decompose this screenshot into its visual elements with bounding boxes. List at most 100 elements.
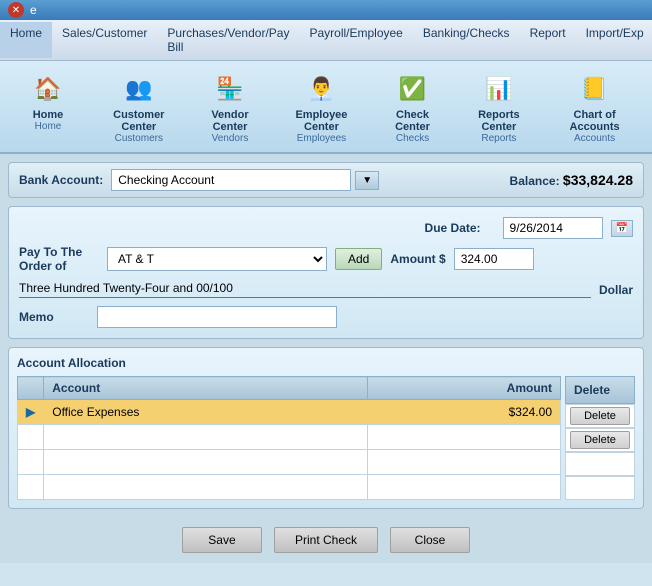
account-cell[interactable]: Office Expenses bbox=[44, 400, 367, 425]
customers-icon: 👥 bbox=[119, 69, 159, 109]
toolbar-accounts-label: Chart of Accounts bbox=[551, 109, 638, 133]
pay-to-row: Pay To The Order of AT & T Add Amount $ bbox=[19, 245, 633, 273]
toolbar-check-label: Check Center bbox=[379, 109, 447, 133]
print-check-button[interactable]: Print Check bbox=[274, 527, 378, 553]
menu-sales[interactable]: Sales/Customer bbox=[52, 22, 157, 58]
pay-to-label: Pay To The bbox=[19, 245, 99, 259]
menu-purchases[interactable]: Purchases/Vendor/Pay Bill bbox=[157, 22, 299, 58]
table-row bbox=[18, 425, 561, 450]
delete-row-2: Delete bbox=[565, 428, 635, 452]
toolbar-vendor-label: Vendor Center bbox=[196, 109, 265, 133]
toolbar-employee[interactable]: 👨‍💼 Employee Center Employees bbox=[274, 65, 368, 148]
main-content: Bank Account: Checking Account ▼ Balance… bbox=[0, 154, 652, 517]
memo-input[interactable] bbox=[97, 306, 337, 328]
written-amount-row: Three Hundred Twenty-Four and 00/100 Dol… bbox=[19, 281, 633, 298]
toolbar-accounts-sub: Accounts bbox=[574, 133, 615, 144]
menu-home[interactable]: Home bbox=[0, 22, 52, 58]
written-amount: Three Hundred Twenty-Four and 00/100 bbox=[19, 281, 591, 298]
bank-account-value: Checking Account bbox=[118, 173, 214, 187]
toolbar-home[interactable]: 🏠 Home Home bbox=[8, 65, 88, 148]
delete-row-4 bbox=[565, 476, 635, 500]
balance-value: $33,824.28 bbox=[563, 172, 633, 188]
amount-cell bbox=[367, 475, 560, 500]
checks-icon: ✅ bbox=[393, 69, 433, 109]
toolbar-employee-sub: Employees bbox=[297, 133, 346, 144]
row-indicator: ▶ bbox=[18, 400, 44, 425]
memo-label: Memo bbox=[19, 310, 89, 324]
toolbar-employee-label: Employee Center bbox=[280, 109, 362, 133]
check-form: Due Date: 9/26/2014 📅 Pay To The Order o… bbox=[8, 206, 644, 339]
delete-col-header: Delete bbox=[565, 376, 635, 404]
account-cell[interactable] bbox=[44, 425, 367, 450]
allocation-title: Account Allocation bbox=[17, 356, 635, 370]
allocation-table: Account Amount ▶ Office Expenses $324.00 bbox=[17, 376, 561, 500]
due-date-value: 9/26/2014 bbox=[510, 221, 563, 235]
table-row bbox=[18, 450, 561, 475]
toolbar-customer-label: Customer Center bbox=[98, 109, 180, 133]
toolbar-vendor[interactable]: 🏪 Vendor Center Vendors bbox=[190, 65, 271, 148]
pay-to-label2: Order of bbox=[19, 259, 99, 273]
account-cell[interactable] bbox=[44, 475, 367, 500]
close-btn[interactable]: ✕ bbox=[8, 2, 24, 18]
col-account: Account bbox=[44, 377, 367, 400]
home-icon: 🏠 bbox=[28, 69, 68, 109]
amount-cell bbox=[367, 450, 560, 475]
toolbar-check[interactable]: ✅ Check Center Checks bbox=[373, 65, 453, 148]
bank-account-select[interactable]: Checking Account bbox=[111, 169, 351, 191]
toolbar-customer-sub: Customers bbox=[115, 133, 163, 144]
toolbar-reports[interactable]: 📊 Reports Center Reports bbox=[457, 65, 542, 148]
table-row bbox=[18, 475, 561, 500]
toolbar-vendor-sub: Vendors bbox=[212, 133, 249, 144]
row-indicator bbox=[18, 425, 44, 450]
due-date-label: Due Date: bbox=[425, 221, 495, 235]
allocation-section: Account Allocation Account Amount ▶ Offi… bbox=[8, 347, 644, 509]
amount-field[interactable] bbox=[454, 248, 534, 270]
balance-label: Balance: bbox=[510, 174, 560, 188]
amount-cell: $324.00 bbox=[367, 400, 560, 425]
menu-report[interactable]: Report bbox=[520, 22, 576, 58]
amount-label: Amount $ bbox=[390, 252, 445, 266]
vendors-icon: 🏪 bbox=[210, 69, 250, 109]
add-button[interactable]: Add bbox=[335, 248, 382, 270]
bottom-buttons: Save Print Check Close bbox=[0, 517, 652, 563]
amount-cell bbox=[367, 425, 560, 450]
close-button[interactable]: Close bbox=[390, 527, 470, 553]
delete-row-1: Delete bbox=[565, 404, 635, 428]
row-indicator bbox=[18, 450, 44, 475]
title-text: e bbox=[30, 3, 37, 17]
toolbar-home-sub: Home bbox=[35, 121, 62, 132]
calendar-button[interactable]: 📅 bbox=[611, 220, 633, 237]
delete-column: Delete Delete Delete bbox=[565, 376, 635, 500]
menu-payroll[interactable]: Payroll/Employee bbox=[299, 22, 412, 58]
due-date-field[interactable]: 9/26/2014 bbox=[503, 217, 603, 239]
toolbar-accounts[interactable]: 📒 Chart of Accounts Accounts bbox=[545, 65, 644, 148]
menu-banking[interactable]: Banking/Checks bbox=[413, 22, 520, 58]
account-cell[interactable] bbox=[44, 450, 367, 475]
toolbar-customer[interactable]: 👥 Customer Center Customers bbox=[92, 65, 186, 148]
save-button[interactable]: Save bbox=[182, 527, 262, 553]
col-amount: Amount bbox=[367, 377, 560, 400]
balance-section: Balance: $33,824.28 bbox=[510, 172, 633, 188]
row-indicator bbox=[18, 475, 44, 500]
menu-bar: Home Sales/Customer Purchases/Vendor/Pay… bbox=[0, 20, 652, 61]
employees-icon: 👨‍💼 bbox=[301, 69, 341, 109]
toolbar-reports-label: Reports Center bbox=[463, 109, 536, 133]
delete-row-3 bbox=[565, 452, 635, 476]
accounts-icon: 📒 bbox=[575, 69, 615, 109]
bank-account-label: Bank Account: bbox=[19, 173, 103, 187]
toolbar-check-sub: Checks bbox=[396, 133, 429, 144]
col-indicator bbox=[18, 377, 44, 400]
bank-account-dropdown[interactable]: ▼ bbox=[355, 171, 379, 190]
bank-account-row: Bank Account: Checking Account ▼ Balance… bbox=[8, 162, 644, 198]
due-date-row: Due Date: 9/26/2014 📅 bbox=[19, 217, 633, 239]
memo-row: Memo bbox=[19, 306, 633, 328]
title-bar: ✕ e bbox=[0, 0, 652, 20]
toolbar-reports-sub: Reports bbox=[481, 133, 516, 144]
toolbar: 🏠 Home Home 👥 Customer Center Customers … bbox=[0, 61, 652, 154]
menu-import[interactable]: Import/Exp bbox=[576, 22, 652, 58]
toolbar-home-label: Home bbox=[33, 109, 64, 121]
delete-button-1[interactable]: Delete bbox=[570, 407, 630, 425]
payto-select[interactable]: AT & T bbox=[107, 247, 327, 271]
delete-button-2[interactable]: Delete bbox=[570, 431, 630, 449]
reports-icon: 📊 bbox=[479, 69, 519, 109]
